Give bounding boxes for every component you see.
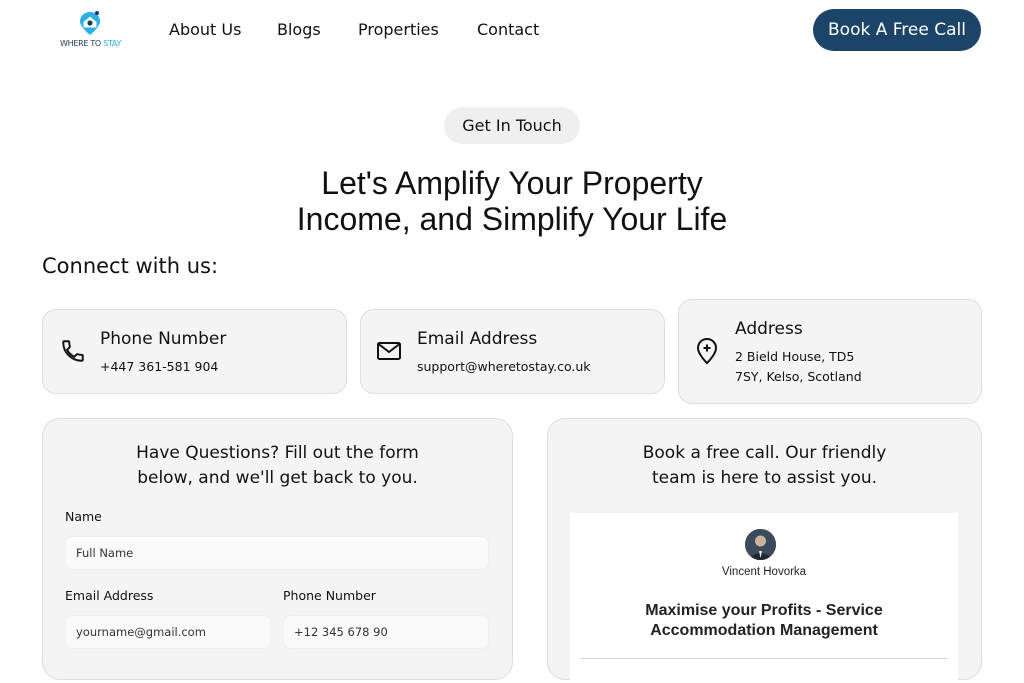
email-address-value[interactable]: support@wheretostay.co.uk [417, 357, 591, 377]
host-name: Vincent Hovorka [721, 566, 807, 578]
book-free-call-button[interactable]: Book A Free Call [813, 9, 981, 51]
name-label: Name [65, 509, 102, 524]
house-pin-logo-icon [80, 11, 100, 35]
connect-heading: Connect with us: [42, 254, 219, 278]
divider [580, 658, 948, 659]
mail-icon [376, 339, 402, 367]
hero-title-line-1: Let's Amplify Your Property [321, 165, 703, 201]
booking-panel: Book a free call. Our friendly team is h… [547, 418, 982, 683]
address-line-1: 2 Bield House, TD5 [735, 349, 855, 364]
email-card[interactable]: Email Address support@wheretostay.co.uk [360, 309, 665, 394]
nav-blogs[interactable]: Blogs [277, 20, 321, 39]
nav-contact[interactable]: Contact [477, 20, 539, 39]
nav-about-us[interactable]: About Us [169, 20, 241, 39]
address-line-2: 7SY, Kelso, Scotland [735, 369, 862, 384]
email-input[interactable]: yourname@gmail.com [65, 615, 271, 649]
address-card[interactable]: Address 2 Bield House, TD5 7SY, Kelso, S… [678, 299, 982, 404]
phone-input[interactable]: +12 345 678 90 [283, 615, 489, 649]
name-input[interactable]: Full Name [65, 536, 489, 570]
get-in-touch-pill: Get In Touch [444, 107, 580, 144]
phone-card-title: Phone Number [100, 329, 227, 349]
location-pin-icon [695, 337, 719, 369]
phone-card[interactable]: Phone Number +447 361-581 904 [42, 309, 347, 394]
host-avatar [745, 529, 776, 560]
email-card-title: Email Address [417, 329, 538, 349]
logo-text: WHERE TO STAY [60, 39, 122, 48]
form-heading: Have Questions? Fill out the form below,… [136, 443, 419, 488]
phone-number-value[interactable]: +447 361-581 904 [100, 357, 218, 377]
address-card-title: Address [735, 319, 803, 339]
phone-icon [60, 338, 86, 368]
logo[interactable]: WHERE TO STAY [58, 10, 122, 50]
nav-properties[interactable]: Properties [358, 20, 439, 39]
booking-heading: Book a free call. Our friendly team is h… [642, 443, 887, 488]
phone-label: Phone Number [283, 588, 376, 603]
email-label: Email Address [65, 588, 154, 603]
event-title: Maximise your Profits - Service Accommod… [645, 602, 883, 639]
hero-title-line-2: Income, and Simplify Your Life [296, 201, 728, 237]
contact-form-panel: Have Questions? Fill out the form below,… [42, 418, 513, 680]
booking-widget[interactable]: Vincent Hovorka Maximise your Profits - … [570, 513, 958, 683]
